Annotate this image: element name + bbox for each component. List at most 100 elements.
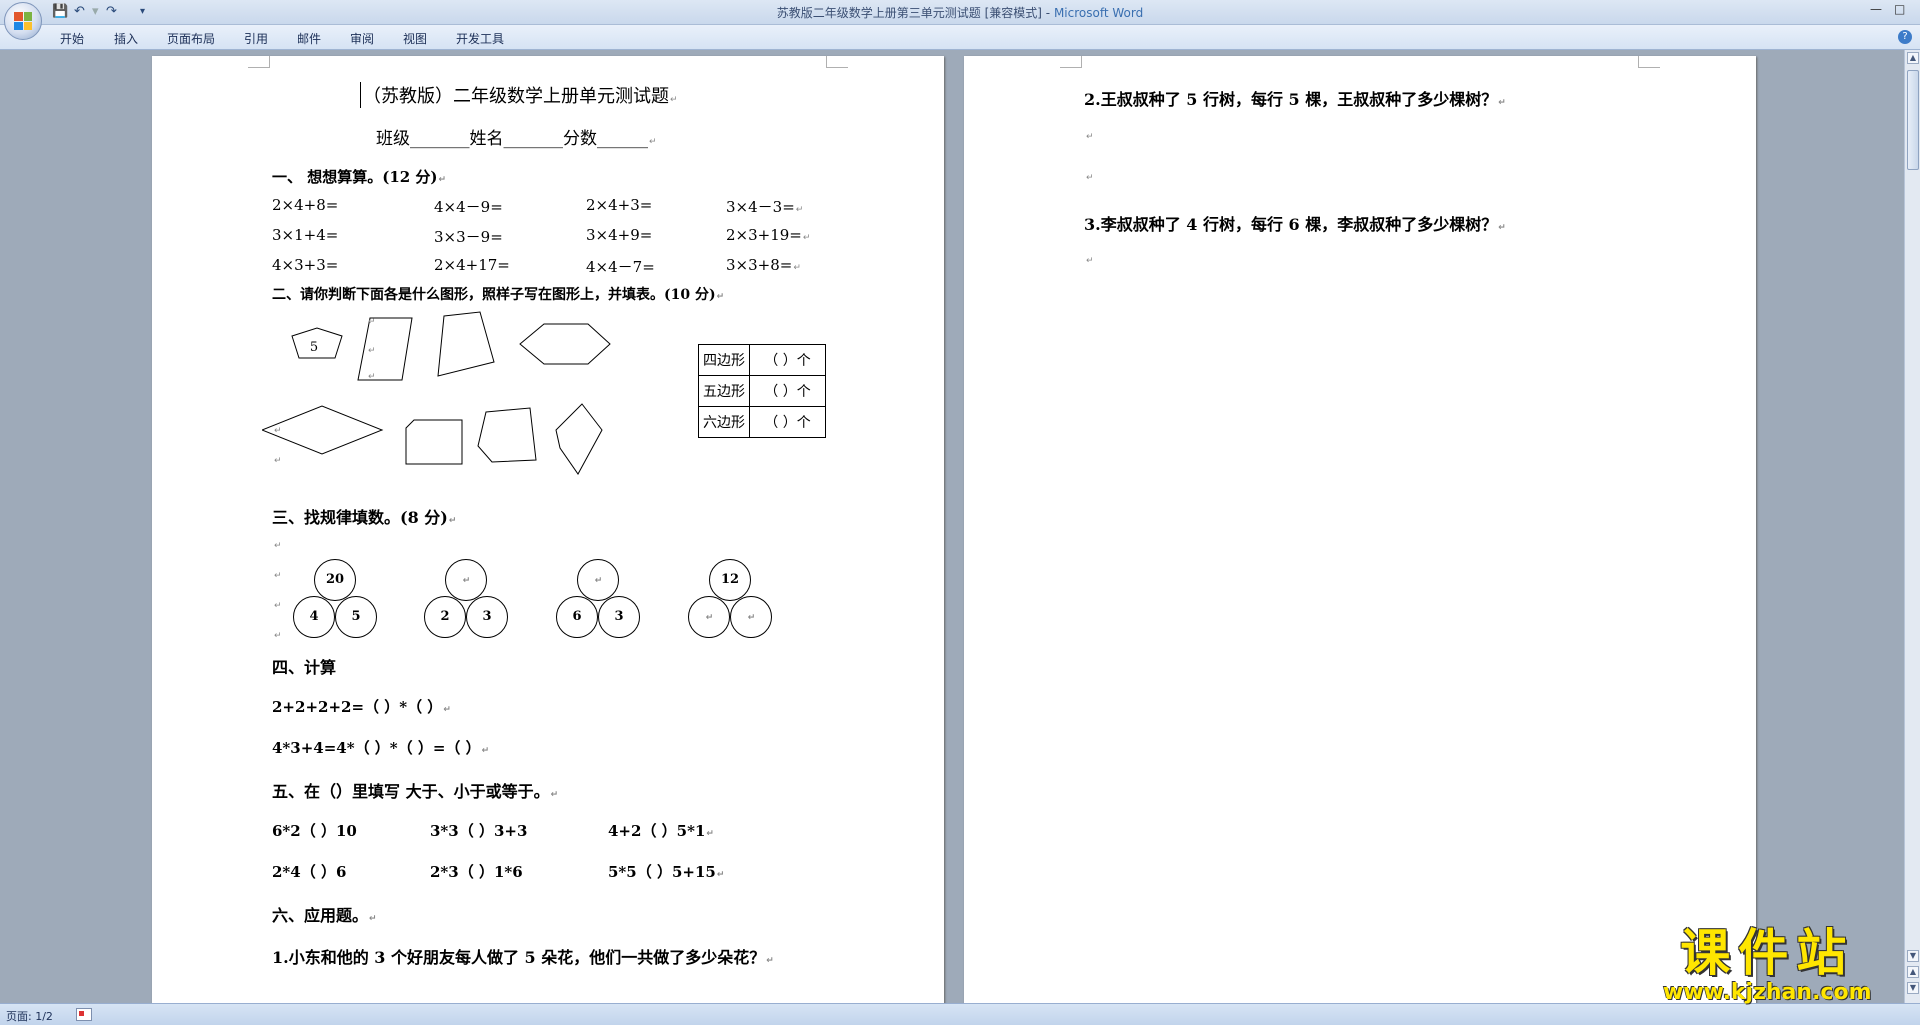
compare-item: 6*2（ ）10 [272,822,357,840]
previous-page-icon[interactable]: ▲ [1907,966,1919,978]
crop-mark [1638,56,1660,68]
calc-item: 3×4－3=↵ [726,198,804,216]
calc-item: 3×3+8=↵ [726,256,801,274]
tab-view[interactable]: 视图 [403,30,427,47]
title-separator: - [1045,6,1054,20]
office-logo-icon [14,12,32,30]
word-problem-1: 1.小东和他的 3 个好朋友每人做了 5 朵花，他们一共做了多少朵花？↵ [272,948,774,967]
page-1[interactable]: （苏教版）二年级数学上册单元测试题↵ 班级_______姓名_______分数_… [152,56,944,1003]
tab-insert[interactable]: 插入 [114,30,138,47]
parallelogram-shape [357,317,413,381]
compare-item: 3*3（ ）3+3 [430,822,528,840]
number-circle: ↵ [577,559,619,601]
page-count-status[interactable]: 页面: 1/2 [6,1008,53,1024]
word-problem-2: 2.王叔叔种了 5 行树，每行 5 棵，王叔叔种了多少棵树？↵ [1084,90,1506,109]
quadrilateral-shape [437,311,495,377]
paragraph-mark: ↵ [274,426,282,436]
number-circle: 6 [556,596,598,638]
calc-item: 2×3+19=↵ [726,226,811,244]
office-button[interactable] [4,2,42,40]
paragraph-mark: ↵ [368,372,376,382]
table-cell: 六边形 [698,406,750,438]
compare-item: 2*3（ ）1*6 [430,863,523,881]
calc-item: 2×4+17= [434,256,510,274]
number-circle: 4 [293,596,335,638]
calc-item: 4×3+3= [272,256,339,274]
paragraph-mark: ↵ [274,631,282,641]
number-circle: 3 [598,596,640,638]
tab-mailings[interactable]: 邮件 [297,30,321,47]
compare-item: 4+2（ ）5*1↵ [608,822,714,840]
compare-item: 2*4（ ）6 [272,863,347,881]
paragraph-mark: ↵ [705,613,714,623]
number-circle: 3 [466,596,508,638]
scrollbar-thumb[interactable] [1907,70,1919,170]
paragraph-mark: ↵ [747,613,756,623]
calc-line: 4*3+4=4*（ ）*（ ）=（ ）↵ [272,739,490,757]
table-cell: （ ）个 [749,375,826,407]
table-cell: （ ）个 [749,344,826,376]
calc-item: 4×4－7= [586,258,655,276]
scroll-down-icon[interactable]: ▼ [1907,950,1919,962]
calc-item: 3×4+9= [586,226,653,244]
crop-mark [826,56,848,68]
number-circle: ↵ [688,596,730,638]
geometry-shapes: 5 [262,311,611,475]
calc-item: 4×4－9= [434,198,503,216]
crop-mark [248,56,270,68]
calc-item: 3×1+4= [272,226,339,244]
word-problem-3: 3.李叔叔种了 4 行树，每行 6 棵，李叔叔种了多少棵树？↵ [1084,215,1506,234]
hexagon-shape-2 [555,403,603,475]
paragraph-mark: ↵ [1086,256,1094,266]
calc-item: 2×4+8= [272,196,339,214]
pentagon-shape-2 [405,419,463,465]
window-title: 苏教版二年级数学上册第三单元测试题 [兼容模式] - Microsoft Wor… [0,4,1920,21]
proofing-icon[interactable] [76,1008,92,1021]
section-6-heading: 六、应用题。↵ [272,906,377,925]
page-2[interactable]: 2.王叔叔种了 5 行树，每行 5 棵，王叔叔种了多少棵树？↵ ↵ ↵ 3.李叔… [964,56,1756,1003]
calc-item: 3×3－9= [434,228,503,246]
next-page-icon[interactable]: ▼ [1907,982,1919,994]
status-bar: 页面: 1/2 [0,1003,1920,1025]
number-circle: 12 [709,559,751,601]
paragraph-mark: ↵ [368,346,376,356]
section-4-heading: 四、计算 [272,658,337,677]
number-circle: ↵ [445,559,487,601]
paragraph-mark: ↵ [594,576,603,586]
paragraph-mark: ↵ [274,601,282,611]
table-row: 六边形 （ ）个 [698,406,826,438]
watermark-text: 课件站 [1680,924,1855,982]
number-circle: 20 [314,559,356,601]
crop-mark [1060,56,1082,68]
help-icon[interactable]: ? [1898,30,1912,44]
minimize-icon[interactable]: — [1870,2,1882,16]
paragraph-mark: ↵ [274,456,282,466]
tab-developer[interactable]: 开发工具 [456,30,504,47]
vertical-scrollbar[interactable]: ▲ ▼ ▲ ▼ [1904,50,1920,1003]
table-row: 五边形 （ ）个 [698,375,826,407]
tab-review[interactable]: 审阅 [350,30,374,47]
watermark-url: www.kjzhan.com [1663,980,1872,1005]
shape-count-table: 四边形 （ ）个 五边形 （ ）个 六边形 （ ）个 [698,344,826,438]
site-watermark: 课件站 www.kjzhan.com [1663,925,1872,1005]
calc-item: 2×4+3= [586,196,653,214]
student-info-line: 班级_______姓名_______分数______↵ [376,129,657,149]
section-5-heading: 五、在（）里填写 大于、小于或等于。↵ [272,782,559,801]
paragraph-mark: ↵ [462,576,471,586]
paragraph-mark: ↵ [274,541,282,551]
paragraph-mark: ↵ [368,317,376,327]
tab-home[interactable]: 开始 [60,30,84,47]
paragraph-mark: ↵ [1086,173,1094,183]
maximize-icon[interactable]: □ [1894,2,1905,16]
table-row: 四边形 （ ）个 [698,344,826,376]
table-cell: 四边形 [698,344,750,376]
calc-line: 2+2+2+2=（ ）*（ ）↵ [272,698,451,716]
scroll-up-icon[interactable]: ▲ [1907,52,1919,64]
number-circle: ↵ [730,596,772,638]
tab-references[interactable]: 引用 [244,30,268,47]
pentagon-shape-3 [477,407,537,463]
ribbon: 开始 插入 页面布局 引用 邮件 审阅 视图 开发工具 ? [0,25,1920,50]
table-cell: （ ）个 [749,406,826,438]
document-title-heading: （苏教版）二年级数学上册单元测试题↵ [360,82,678,108]
tab-page-layout[interactable]: 页面布局 [167,30,215,47]
